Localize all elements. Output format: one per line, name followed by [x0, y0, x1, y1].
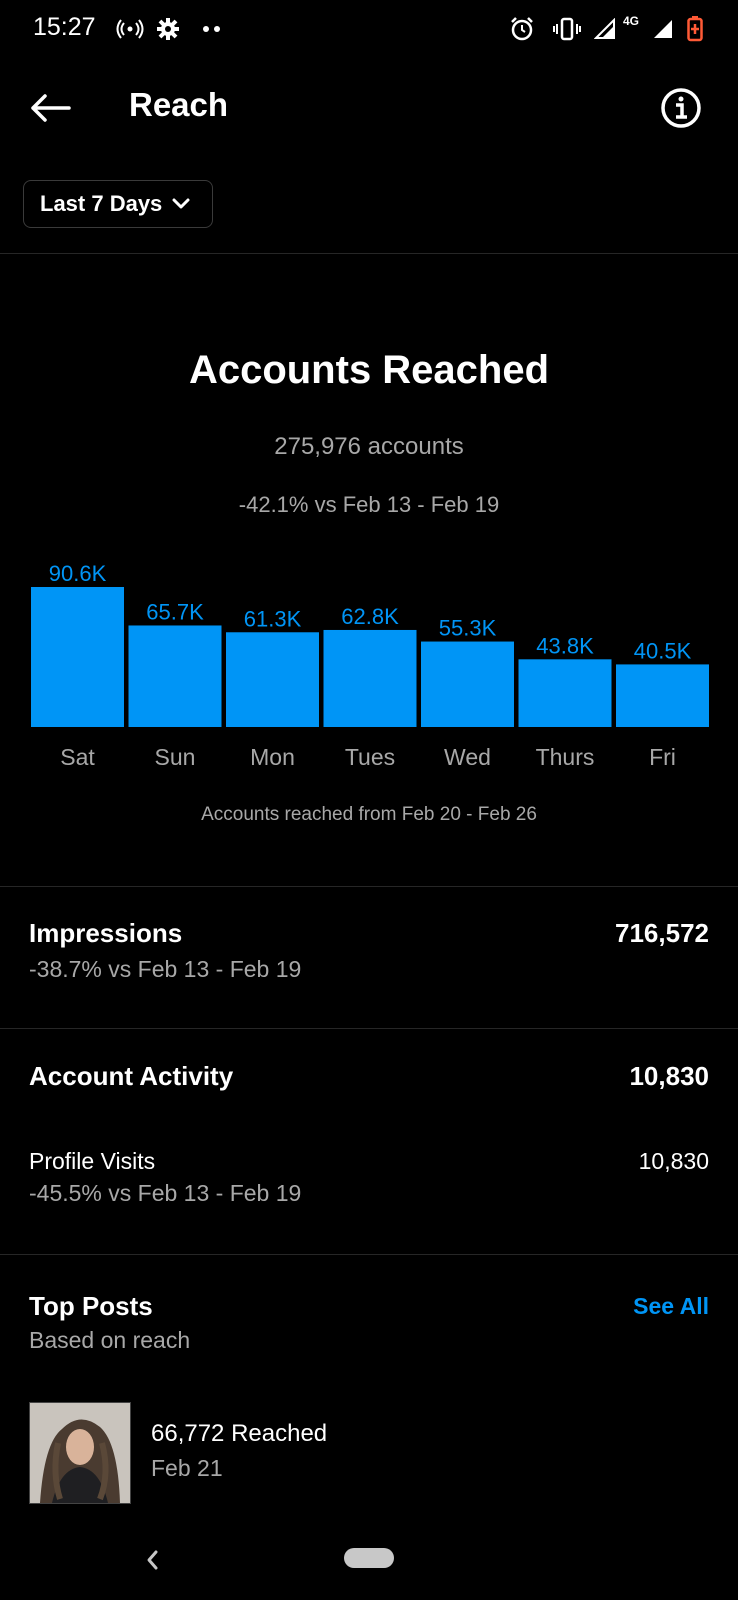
chart-bar[interactable] [421, 641, 514, 727]
alarm-icon [509, 14, 535, 44]
hotspot-icon [116, 14, 144, 44]
chart-value-label: 61.3K [244, 606, 302, 631]
date-range-dropdown[interactable]: Last 7 Days [23, 180, 213, 228]
chevron-down-icon [172, 198, 190, 209]
accounts-reached-count: 275,976 accounts [274, 433, 464, 460]
info-icon [661, 88, 701, 128]
profile-visits-value: 10,830 [638, 1148, 709, 1174]
see-all-link[interactable]: See All [633, 1293, 709, 1320]
signal-icon [594, 14, 616, 44]
page-title: Reach [129, 86, 229, 123]
gear-icon [156, 14, 180, 44]
chart-bar[interactable] [518, 659, 612, 727]
divider [0, 253, 738, 254]
network-type-label: 4G [623, 14, 640, 28]
profile-visits-change: -45.5% vs Feb 13 - Feb 19 [29, 1180, 302, 1206]
chart-category-label: Sat [60, 744, 95, 770]
account-activity-value: 10,830 [629, 1061, 709, 1091]
chart-bar[interactable] [31, 587, 124, 727]
chart-bar[interactable] [616, 664, 709, 727]
nav-home-pill[interactable] [344, 1548, 394, 1568]
chart-category-label: Wed [444, 744, 491, 770]
impressions-value: 716,572 [615, 918, 709, 948]
back-button[interactable] [26, 84, 74, 132]
impressions-change: -38.7% vs Feb 13 - Feb 19 [29, 956, 302, 982]
arrow-left-icon [31, 94, 71, 122]
chevron-left-icon [147, 1550, 158, 1570]
chart-value-label: 40.5K [634, 638, 692, 663]
battery-icon [687, 14, 703, 44]
chart-value-label: 62.8K [341, 604, 399, 629]
post-thumbnail[interactable] [29, 1402, 131, 1504]
chart-category-label: Sun [155, 744, 196, 770]
divider [0, 1028, 738, 1029]
chart-category-label: Fri [649, 744, 676, 770]
chart-category-label: Mon [250, 744, 295, 770]
divider [0, 886, 738, 887]
profile-visits-label: Profile Visits [29, 1148, 156, 1174]
status-time: 15:27 [33, 13, 96, 41]
impressions-label: Impressions [29, 918, 183, 948]
post-photo-image [30, 1403, 130, 1503]
accounts-reached-title: Accounts Reached [188, 348, 550, 392]
chart-bar[interactable] [226, 632, 319, 727]
top-posts-title: Top Posts [29, 1291, 153, 1321]
post-date: Feb 21 [151, 1455, 223, 1481]
chart-caption: Accounts reached from Feb 20 - Feb 26 [201, 804, 537, 825]
chart-value-label: 55.3K [439, 616, 497, 641]
chart-value-label: 43.8K [536, 633, 594, 658]
info-button[interactable] [659, 86, 703, 130]
vibrate-icon [553, 14, 581, 44]
chart-value-label: 65.7K [146, 599, 204, 624]
chart-category-label: Tues [345, 744, 395, 770]
chart-bar[interactable] [323, 629, 417, 727]
divider [0, 1254, 738, 1255]
nav-back-button[interactable] [140, 1545, 164, 1575]
chart-value-label: 90.6K [49, 561, 107, 586]
post-reached-count: 66,772 Reached [151, 1420, 328, 1447]
top-posts-subtitle: Based on reach [29, 1327, 191, 1353]
accounts-reached-bar-chart: 90.6K Sat 65.7K Sun 61.3K Mon 62.8K Tues 55.3K We… [31, 561, 709, 770]
date-range-label: Last 7 Days [40, 191, 163, 216]
chart-category-label: Thurs [536, 744, 595, 770]
accounts-reached-change: -42.1% vs Feb 13 - Feb 19 [238, 492, 500, 517]
more-dots-icon [202, 14, 222, 44]
chart-bar[interactable] [128, 625, 222, 727]
signal-icon [652, 14, 674, 44]
account-activity-label: Account Activity [29, 1061, 234, 1091]
